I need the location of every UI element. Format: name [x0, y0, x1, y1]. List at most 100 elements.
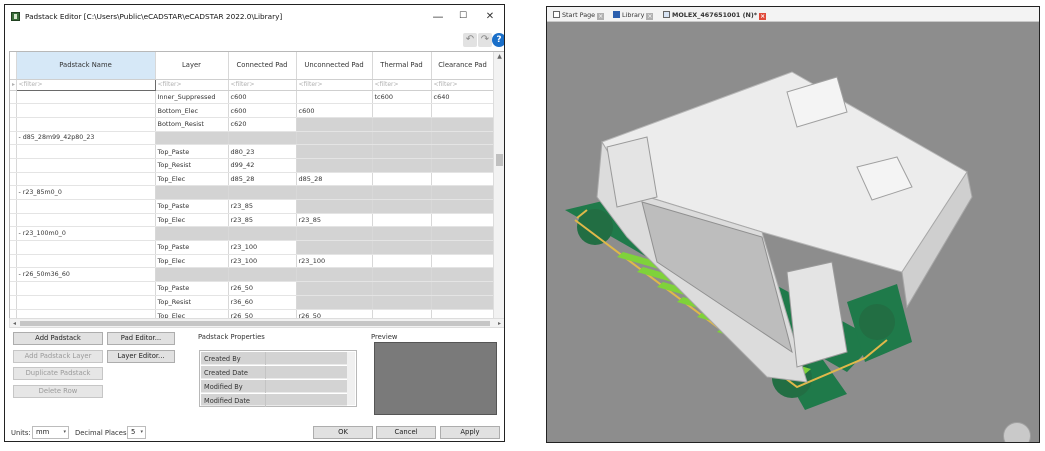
ok-button[interactable]: OK: [313, 426, 373, 439]
cell-connected[interactable]: d85_28: [228, 172, 297, 187]
tab-library[interactable]: Library ×: [613, 9, 654, 21]
cell-layer[interactable]: Bottom_Resist: [155, 117, 229, 132]
cell-thermal[interactable]: [372, 226, 432, 242]
cell-connected[interactable]: c600: [228, 90, 297, 105]
cell-layer[interactable]: Top_Resist: [155, 158, 229, 173]
cell-thermal[interactable]: [372, 295, 432, 310]
filter-cell[interactable]: <filter>: [372, 79, 432, 91]
delete-row-button[interactable]: Delete Row: [13, 385, 103, 398]
add-padstack-button[interactable]: Add Padstack: [13, 332, 103, 345]
decimal-places-select[interactable]: 5 ▾: [127, 426, 146, 439]
cell-connected[interactable]: r23_100: [228, 240, 297, 255]
cell-layer[interactable]: Top_Paste: [155, 240, 229, 255]
cell-thermal[interactable]: [372, 131, 432, 146]
cell-connected[interactable]: d99_42: [228, 158, 297, 173]
padstack-group-row[interactable]: - r23_100m0_0: [10, 226, 495, 242]
cell-layer[interactable]: [155, 226, 229, 242]
scroll-up-icon[interactable]: ▲: [494, 52, 504, 62]
cell-thermal[interactable]: [372, 172, 432, 187]
padstack-layer-row[interactable]: Top_Paste d80_23: [10, 144, 495, 159]
cell-layer[interactable]: [155, 131, 229, 146]
layer-editor-button[interactable]: Layer Editor...: [107, 350, 175, 363]
cell-thermal[interactable]: tc600: [372, 90, 432, 105]
filter-cell[interactable]: <filter>: [228, 79, 297, 91]
cell-unconnected[interactable]: c600: [296, 103, 373, 118]
cell-clearance[interactable]: [431, 226, 495, 242]
cell-clearance[interactable]: [431, 117, 495, 132]
cell-thermal[interactable]: [372, 185, 432, 200]
undo-icon[interactable]: ↶: [463, 33, 477, 47]
cell-name[interactable]: [16, 213, 156, 228]
cell-connected[interactable]: r23_85: [228, 213, 297, 228]
padstack-layer-row[interactable]: Top_Resist d99_42: [10, 158, 495, 173]
apply-button[interactable]: Apply: [440, 426, 500, 439]
cell-unconnected[interactable]: [296, 295, 373, 310]
cell-layer[interactable]: Top_Paste: [155, 199, 229, 214]
cell-unconnected[interactable]: r23_85: [296, 213, 373, 228]
properties-scrollbar[interactable]: [347, 352, 355, 405]
padstack-layer-row[interactable]: Top_Elec r23_100 r23_100: [10, 254, 495, 269]
cell-clearance[interactable]: [431, 172, 495, 187]
cell-clearance[interactable]: [431, 254, 495, 269]
maximize-button[interactable]: ☐: [452, 9, 474, 24]
cell-layer[interactable]: Top_Elec: [155, 213, 229, 228]
cell-name[interactable]: - r23_85m0_0: [16, 185, 156, 200]
cell-connected[interactable]: c600: [228, 103, 297, 118]
cell-clearance[interactable]: [431, 131, 495, 146]
column-header[interactable]: Layer: [155, 52, 229, 80]
padstack-layer-row[interactable]: Bottom_Resist c620: [10, 117, 495, 132]
filter-cell[interactable]: <filter>: [431, 79, 495, 91]
cell-layer[interactable]: Top_Paste: [155, 281, 229, 296]
cell-layer[interactable]: Bottom_Elec: [155, 103, 229, 118]
cell-unconnected[interactable]: [296, 185, 373, 200]
cell-thermal[interactable]: [372, 103, 432, 118]
cell-name[interactable]: - r23_100m0_0: [16, 226, 156, 242]
cell-unconnected[interactable]: [296, 144, 373, 159]
cell-name[interactable]: [16, 240, 156, 255]
cell-name[interactable]: [16, 281, 156, 296]
cell-clearance[interactable]: [431, 199, 495, 214]
cell-layer[interactable]: [155, 185, 229, 200]
cell-layer[interactable]: [155, 267, 229, 283]
3d-scene[interactable]: [547, 22, 1039, 442]
cell-connected[interactable]: [228, 131, 297, 146]
pad-editor-button[interactable]: Pad Editor...: [107, 332, 175, 345]
cell-name[interactable]: [16, 172, 156, 187]
cell-clearance[interactable]: [431, 240, 495, 255]
cell-connected[interactable]: r26_50: [228, 281, 297, 296]
close-icon[interactable]: ×: [759, 13, 767, 20]
cell-name[interactable]: [16, 158, 156, 173]
cell-connected[interactable]: r36_60: [228, 295, 297, 310]
cell-name[interactable]: [16, 117, 156, 132]
cell-connected[interactable]: [228, 226, 297, 242]
redo-icon[interactable]: ↷: [478, 33, 492, 47]
filter-cell[interactable]: <filter>: [155, 79, 229, 91]
cell-name[interactable]: [16, 103, 156, 118]
cancel-button[interactable]: Cancel: [376, 426, 436, 439]
horizontal-scrollbar[interactable]: ◂ ▸: [9, 318, 504, 328]
column-header[interactable]: Clearance Pad: [431, 52, 495, 80]
column-header[interactable]: Unconnected Pad: [296, 52, 373, 80]
padstack-grid[interactable]: Padstack Name Layer Connected Pad Unconn…: [9, 51, 504, 328]
cell-thermal[interactable]: [372, 281, 432, 296]
scroll-right-icon[interactable]: ▸: [495, 319, 504, 328]
filter-cell[interactable]: <filter>: [296, 79, 373, 91]
cell-unconnected[interactable]: [296, 158, 373, 173]
padstack-layer-row[interactable]: Top_Elec d85_28 d85_28: [10, 172, 495, 187]
cell-clearance[interactable]: [431, 144, 495, 159]
cell-name[interactable]: - r26_50m36_60: [16, 267, 156, 283]
cell-connected[interactable]: [228, 267, 297, 283]
cell-clearance[interactable]: [431, 281, 495, 296]
cell-unconnected[interactable]: r23_100: [296, 254, 373, 269]
padstack-group-row[interactable]: - d85_28m99_42p80_23: [10, 131, 495, 146]
cell-name[interactable]: [16, 254, 156, 269]
cell-clearance[interactable]: [431, 267, 495, 283]
cell-unconnected[interactable]: [296, 131, 373, 146]
padstack-layer-row[interactable]: Top_Paste r23_85: [10, 199, 495, 214]
cell-connected[interactable]: d80_23: [228, 144, 297, 159]
padstack-group-row[interactable]: - r26_50m36_60: [10, 267, 495, 283]
cell-thermal[interactable]: [372, 158, 432, 173]
cell-connected[interactable]: [228, 185, 297, 200]
cell-thermal[interactable]: [372, 199, 432, 214]
add-padstack-layer-button[interactable]: Add Padstack Layer: [13, 350, 103, 363]
